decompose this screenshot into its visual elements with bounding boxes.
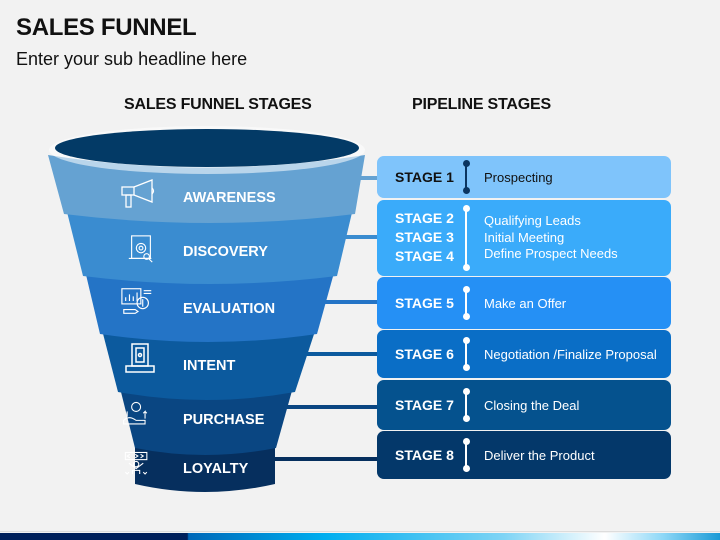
separator <box>462 160 470 194</box>
stage-names: STAGE 1 <box>395 168 454 187</box>
connector-line <box>275 457 379 461</box>
connector-line <box>317 300 379 304</box>
stage-name: STAGE 7 <box>395 397 454 413</box>
stage-description: Qualifying Leads <box>484 213 581 228</box>
stage-name: STAGE 8 <box>395 447 454 463</box>
stage-names: STAGE 7 <box>395 396 454 415</box>
stage-name: STAGE 3 <box>395 229 454 245</box>
separator <box>462 438 470 472</box>
stage-descriptions: Closing the Deal <box>484 398 579 415</box>
document-target-icon <box>126 234 156 266</box>
stage-names: STAGE 2 STAGE 3 STAGE 4 <box>395 209 454 266</box>
stage-description: Prospecting <box>484 170 553 185</box>
stage-name: STAGE 5 <box>395 295 454 311</box>
pipeline-card-stage-8: STAGE 8 Deliver the Product <box>377 431 671 479</box>
analytics-bulb-icon <box>120 286 158 318</box>
stage-descriptions: Prospecting <box>484 170 553 187</box>
stage-names: STAGE 8 <box>395 446 454 465</box>
stage-description: Closing the Deal <box>484 398 580 413</box>
stage-name: STAGE 6 <box>395 346 454 362</box>
footer-gradient-bar <box>0 533 720 540</box>
stage-description: Initial Meeting <box>484 229 565 245</box>
segment-label-purchase: PURCHASE <box>183 412 265 428</box>
stage-names: STAGE 5 <box>395 294 454 313</box>
pipeline-card-stages-2-4: STAGE 2 STAGE 3 STAGE 4 Qualifying Leads… <box>377 200 671 276</box>
separator <box>462 286 470 320</box>
separator <box>462 337 470 371</box>
megaphone-icon <box>120 178 158 210</box>
segment-label-discovery: DISCOVERY <box>183 244 268 260</box>
stage-descriptions: Make an Offer <box>484 296 566 313</box>
pipeline-card-stage-1: STAGE 1 Prospecting <box>377 156 671 198</box>
separator <box>462 388 470 422</box>
stage-description: Make an Offer <box>484 296 567 311</box>
pipeline-card-stage-7: STAGE 7 Closing the Deal <box>377 380 671 430</box>
footer-divider <box>0 531 720 532</box>
segment-label-intent: INTENT <box>183 358 236 374</box>
stage-name: STAGE 1 <box>395 169 454 185</box>
stage-descriptions: Qualifying Leads Initial Meeting Define … <box>484 213 618 263</box>
pipeline-card-stage-6: STAGE 6 Negotiation /Finalize Proposal <box>377 330 671 378</box>
separator <box>462 205 470 271</box>
segment-label-loyalty: LOYALTY <box>183 461 249 477</box>
stage-description: Negotiation /Finalize Proposal <box>484 347 657 362</box>
segment-label-evaluation: EVALUATION <box>183 301 276 317</box>
banknote-icon <box>120 342 158 374</box>
funnel-opening <box>55 129 359 167</box>
pipeline-card-stage-5: STAGE 5 Make an Offer <box>377 277 671 329</box>
stage-name: STAGE 2 <box>395 210 454 226</box>
connector-line <box>286 405 379 409</box>
connector-line <box>301 352 379 356</box>
segment-label-awareness: AWARENESS <box>183 190 276 206</box>
stage-name: STAGE 4 <box>395 248 454 264</box>
stage-names: STAGE 6 <box>395 345 454 364</box>
money-growth-icon <box>120 400 158 432</box>
customer-loyalty-icon <box>120 450 158 482</box>
stage-descriptions: Negotiation /Finalize Proposal <box>484 347 657 364</box>
stage-description: Define Prospect Needs <box>484 246 618 261</box>
stage-description: Deliver the Product <box>484 448 595 463</box>
stage-descriptions: Deliver the Product <box>484 448 595 465</box>
